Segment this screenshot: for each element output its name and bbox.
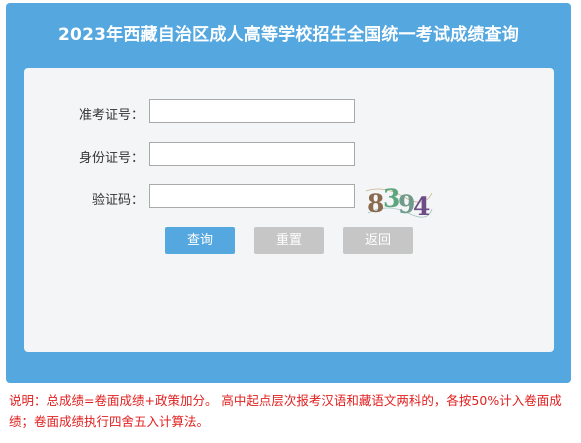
exam-number-label: 准考证号： bbox=[78, 108, 144, 123]
id-number-label: 身份证号： bbox=[78, 151, 144, 166]
back-button[interactable]: 返回 bbox=[343, 227, 413, 254]
reset-button[interactable]: 重置 bbox=[254, 227, 324, 254]
query-panel: 2023年西藏自治区成人高等学校招生全国统一考试成绩查询 准考证号： 身份证号：… bbox=[6, 3, 571, 383]
captcha-char-1: 8 bbox=[367, 189, 384, 218]
page-title: 2023年西藏自治区成人高等学校招生全国统一考试成绩查询 bbox=[58, 25, 519, 45]
query-button[interactable]: 查询 bbox=[165, 227, 235, 254]
score-notice: 说明：总成绩=卷面成绩+政策加分。 高中起点层次报考汉语和藏语文两科的，各按50… bbox=[9, 393, 562, 429]
exam-number-input[interactable] bbox=[149, 99, 355, 123]
id-number-input[interactable] bbox=[149, 142, 355, 166]
captcha-input[interactable] bbox=[149, 184, 355, 208]
query-form: 准考证号： 身份证号： 验证码： 8 3 9 4 查询 重置 返回 bbox=[24, 68, 554, 352]
captcha-image[interactable]: 8 3 9 4 bbox=[364, 183, 434, 219]
captcha-char-4: 4 bbox=[413, 192, 430, 219]
captcha-label: 验证码： bbox=[91, 193, 144, 208]
